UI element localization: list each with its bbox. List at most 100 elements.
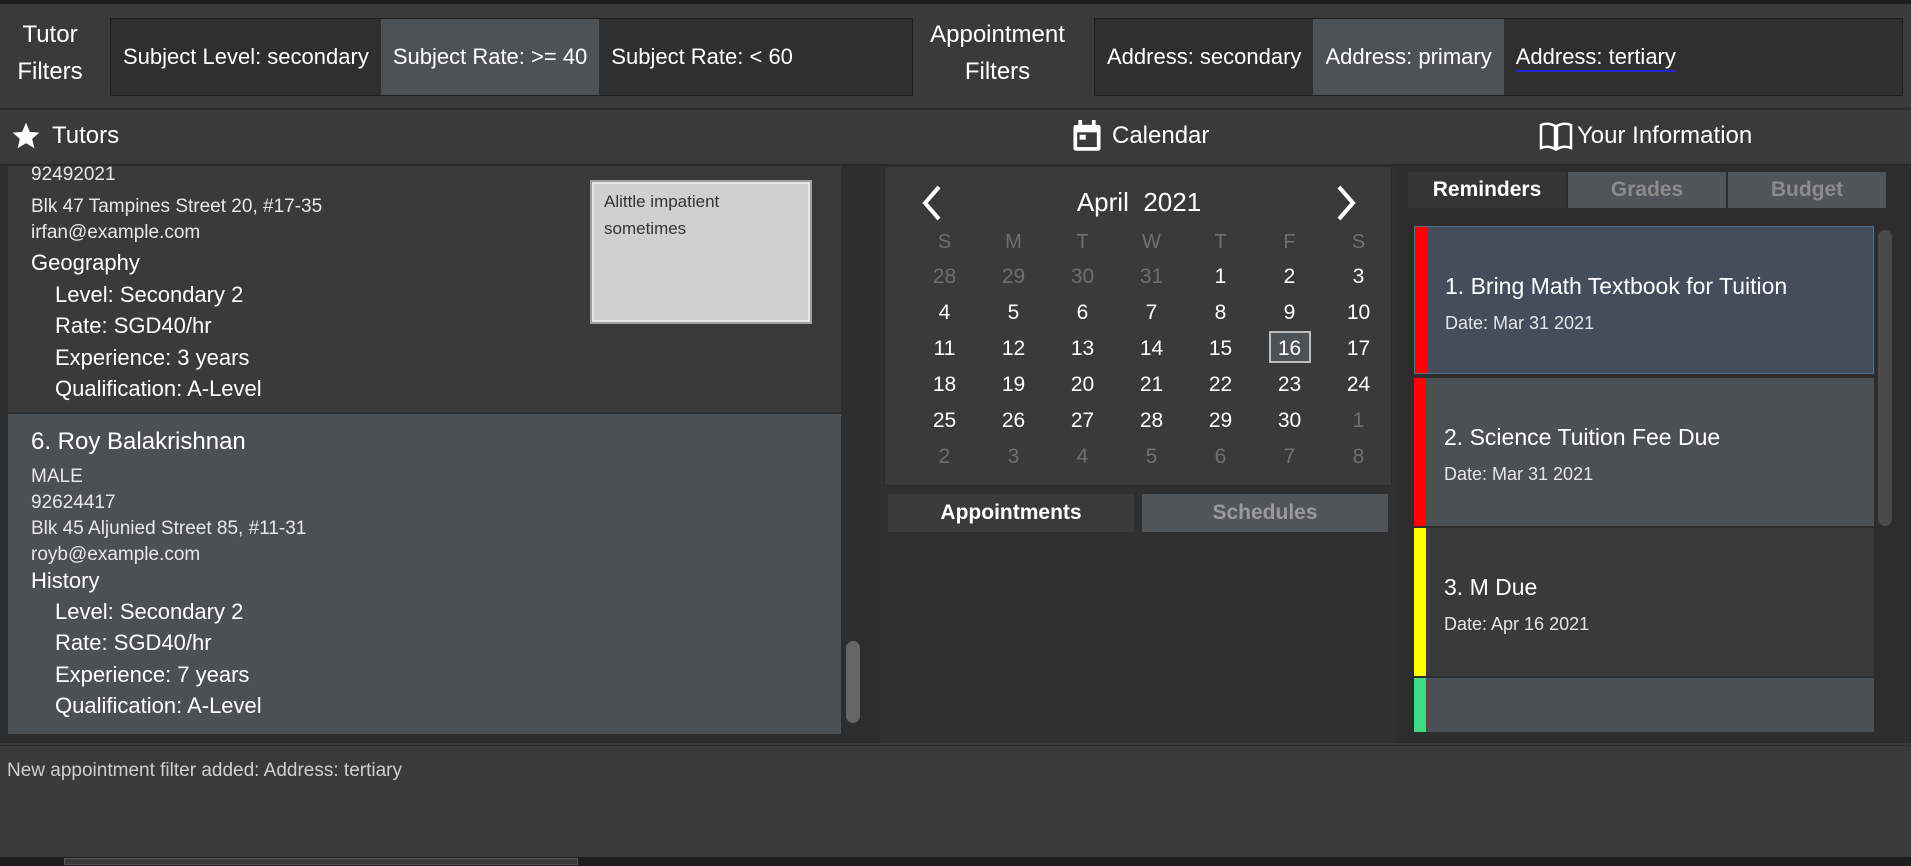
calendar-day[interactable]: 16 bbox=[1255, 331, 1324, 367]
calendar-day-label: 26 bbox=[1001, 409, 1026, 432]
reminder-title: 3. M Due bbox=[1444, 574, 1538, 600]
calendar-day[interactable]: 4 bbox=[1048, 439, 1117, 475]
tutor-list[interactable]: 92492021 Blk 47 Tampines Street 20, #17-… bbox=[0, 166, 880, 743]
status-message: New appointment filter added: Address: t… bbox=[7, 760, 402, 781]
star-icon bbox=[10, 120, 42, 152]
tutor-filter-chip[interactable]: Subject Rate: < 60 bbox=[599, 19, 805, 95]
calendar-day-label: 5 bbox=[1007, 301, 1020, 324]
calendar-day[interactable]: 29 bbox=[1186, 403, 1255, 439]
result-display: New appointment filter added: Address: t… bbox=[0, 745, 1911, 858]
weekday-label: S bbox=[937, 231, 952, 253]
weekday-label: W bbox=[1142, 231, 1161, 253]
calendar-day[interactable]: 30 bbox=[1255, 403, 1324, 439]
calendar-day[interactable]: 14 bbox=[1117, 331, 1186, 367]
reminder-title: 2. Science Tuition Fee Due bbox=[1444, 424, 1721, 450]
calendar-day-label: 30 bbox=[1070, 265, 1095, 288]
calendar-day[interactable]: 23 bbox=[1255, 367, 1324, 403]
reminder-item[interactable]: 2. Science Tuition Fee Due Date: Mar 31 … bbox=[1414, 378, 1874, 526]
tutor-card[interactable]: 92492021 Blk 47 Tampines Street 20, #17-… bbox=[8, 166, 841, 412]
calendar-day[interactable]: 13 bbox=[1048, 331, 1117, 367]
appointment-filter-chip[interactable]: Address: primary bbox=[1313, 19, 1504, 95]
calendar-day[interactable]: 26 bbox=[979, 403, 1048, 439]
calendar-day[interactable]: 9 bbox=[1255, 295, 1324, 331]
calendar-day[interactable]: 28 bbox=[1117, 403, 1186, 439]
reminder-item[interactable]: 3. M Due Date: Apr 16 2021 bbox=[1414, 528, 1874, 676]
tutor-filter-chip[interactable]: Subject Level: secondary bbox=[111, 19, 381, 95]
year-label: 2021 bbox=[1143, 187, 1202, 217]
calendar-day[interactable]: 10 bbox=[1324, 295, 1393, 331]
tab-reminders[interactable]: Reminders bbox=[1408, 172, 1566, 208]
calendar-day-label: 9 bbox=[1283, 301, 1296, 324]
tab-grades[interactable]: Grades bbox=[1568, 172, 1726, 208]
reminder-list[interactable]: 1. Bring Math Textbook for Tuition Date:… bbox=[1414, 226, 1874, 732]
reminder-date: Date: Apr 16 2021 bbox=[1444, 614, 1590, 634]
reminder-list-scrollbar[interactable] bbox=[1878, 230, 1892, 526]
calendar-day[interactable]: 7 bbox=[1117, 295, 1186, 331]
tutor-phone: 92492021 bbox=[31, 166, 116, 185]
reminder-item[interactable] bbox=[1414, 678, 1874, 732]
calendar-day[interactable]: 30 bbox=[1048, 259, 1117, 295]
calendar-day[interactable]: 17 bbox=[1324, 331, 1393, 367]
calendar-day[interactable]: 15 bbox=[1186, 331, 1255, 367]
calendar-day[interactable]: 3 bbox=[1324, 259, 1393, 295]
calendar-day-label: 21 bbox=[1139, 373, 1164, 396]
calendar-day[interactable]: 20 bbox=[1048, 367, 1117, 403]
calendar-day-label: 7 bbox=[1283, 445, 1296, 468]
calendar-day-label: 25 bbox=[932, 409, 957, 432]
tab-schedules[interactable]: Schedules bbox=[1142, 494, 1388, 532]
calendar-day[interactable]: 8 bbox=[1324, 439, 1393, 475]
appointment-filter-chip[interactable]: Address: secondary bbox=[1095, 19, 1313, 95]
calendar-day[interactable]: 6 bbox=[1186, 439, 1255, 475]
calendar-day[interactable]: 8 bbox=[1186, 295, 1255, 331]
horizontal-scrollbar[interactable] bbox=[64, 858, 578, 865]
info-tabs: Reminders Grades Budget bbox=[1408, 172, 1888, 208]
calendar-panel: April 2021 S M T W T F S 28 29 30 31 1 2 3 4 5 6 7… bbox=[880, 166, 1396, 743]
calendar-day[interactable]: 24 bbox=[1324, 367, 1393, 403]
calendar-day[interactable]: 25 bbox=[910, 403, 979, 439]
calendar-day[interactable]: 28 bbox=[910, 259, 979, 295]
calendar-day[interactable]: 7 bbox=[1255, 439, 1324, 475]
window-bottom-edge bbox=[0, 857, 1911, 866]
tab-appointments[interactable]: Appointments bbox=[888, 494, 1134, 532]
reminder-item[interactable]: 1. Bring Math Textbook for Tuition Date:… bbox=[1414, 226, 1874, 374]
calendar-day-label: 3 bbox=[1007, 445, 1020, 468]
tutor-qualification: Qualification: A-Level bbox=[55, 376, 262, 401]
calendar-day[interactable]: 21 bbox=[1117, 367, 1186, 403]
tutor-card[interactable]: 6. Roy Balakrishnan MALE 92624417 Blk 45… bbox=[8, 414, 841, 734]
tutor-subject: History bbox=[31, 568, 100, 593]
calendar-day[interactable]: 6 bbox=[1048, 295, 1117, 331]
calendar-view: April 2021 S M T W T F S 28 29 30 31 1 2 3 4 5 6 7… bbox=[884, 166, 1392, 486]
calendar-day[interactable]: 19 bbox=[979, 367, 1048, 403]
appointment-filter-chip[interactable]: Address: tertiary bbox=[1504, 19, 1688, 95]
calendar-day[interactable]: 22 bbox=[1186, 367, 1255, 403]
reminder-date: Date: Mar 31 2021 bbox=[1444, 464, 1594, 484]
tutor-filter-chip[interactable]: Subject Rate: >= 40 bbox=[380, 19, 600, 95]
tab-budget[interactable]: Budget bbox=[1728, 172, 1886, 208]
tutor-email: royb@example.com bbox=[31, 544, 201, 565]
tutor-filters-label-line1: Tutor bbox=[22, 21, 78, 48]
calendar-day[interactable]: 1 bbox=[1186, 259, 1255, 295]
your-info-header-label: Your Information bbox=[1577, 122, 1753, 149]
tutor-rate: Rate: SGD40/hr bbox=[55, 630, 212, 655]
calendar-day[interactable]: 2 bbox=[1255, 259, 1324, 295]
calendar-day[interactable]: 5 bbox=[1117, 439, 1186, 475]
calendar-day[interactable]: 3 bbox=[979, 439, 1048, 475]
tutor-notes: Alittle impatient sometimes bbox=[590, 180, 812, 324]
calendar-day-label: 16 bbox=[1268, 331, 1311, 363]
calendar-day-label: 28 bbox=[1139, 409, 1164, 432]
calendar-day[interactable]: 2 bbox=[910, 439, 979, 475]
your-information-panel: Reminders Grades Budget 1. Bring Math Te… bbox=[1396, 166, 1911, 743]
next-month-button[interactable] bbox=[1325, 181, 1365, 225]
calendar-day[interactable]: 1 bbox=[1324, 403, 1393, 439]
calendar-day[interactable]: 18 bbox=[910, 367, 979, 403]
calendar-day[interactable]: 27 bbox=[1048, 403, 1117, 439]
reminder-color-bar bbox=[1414, 528, 1426, 676]
calendar-day[interactable]: 12 bbox=[979, 331, 1048, 367]
calendar-day-label: 18 bbox=[932, 373, 957, 396]
calendar-day[interactable]: 29 bbox=[979, 259, 1048, 295]
calendar-day[interactable]: 31 bbox=[1117, 259, 1186, 295]
calendar-day[interactable]: 11 bbox=[910, 331, 979, 367]
calendar-day[interactable]: 4 bbox=[910, 295, 979, 331]
tutor-list-scrollbar[interactable] bbox=[846, 641, 860, 723]
calendar-day[interactable]: 5 bbox=[979, 295, 1048, 331]
